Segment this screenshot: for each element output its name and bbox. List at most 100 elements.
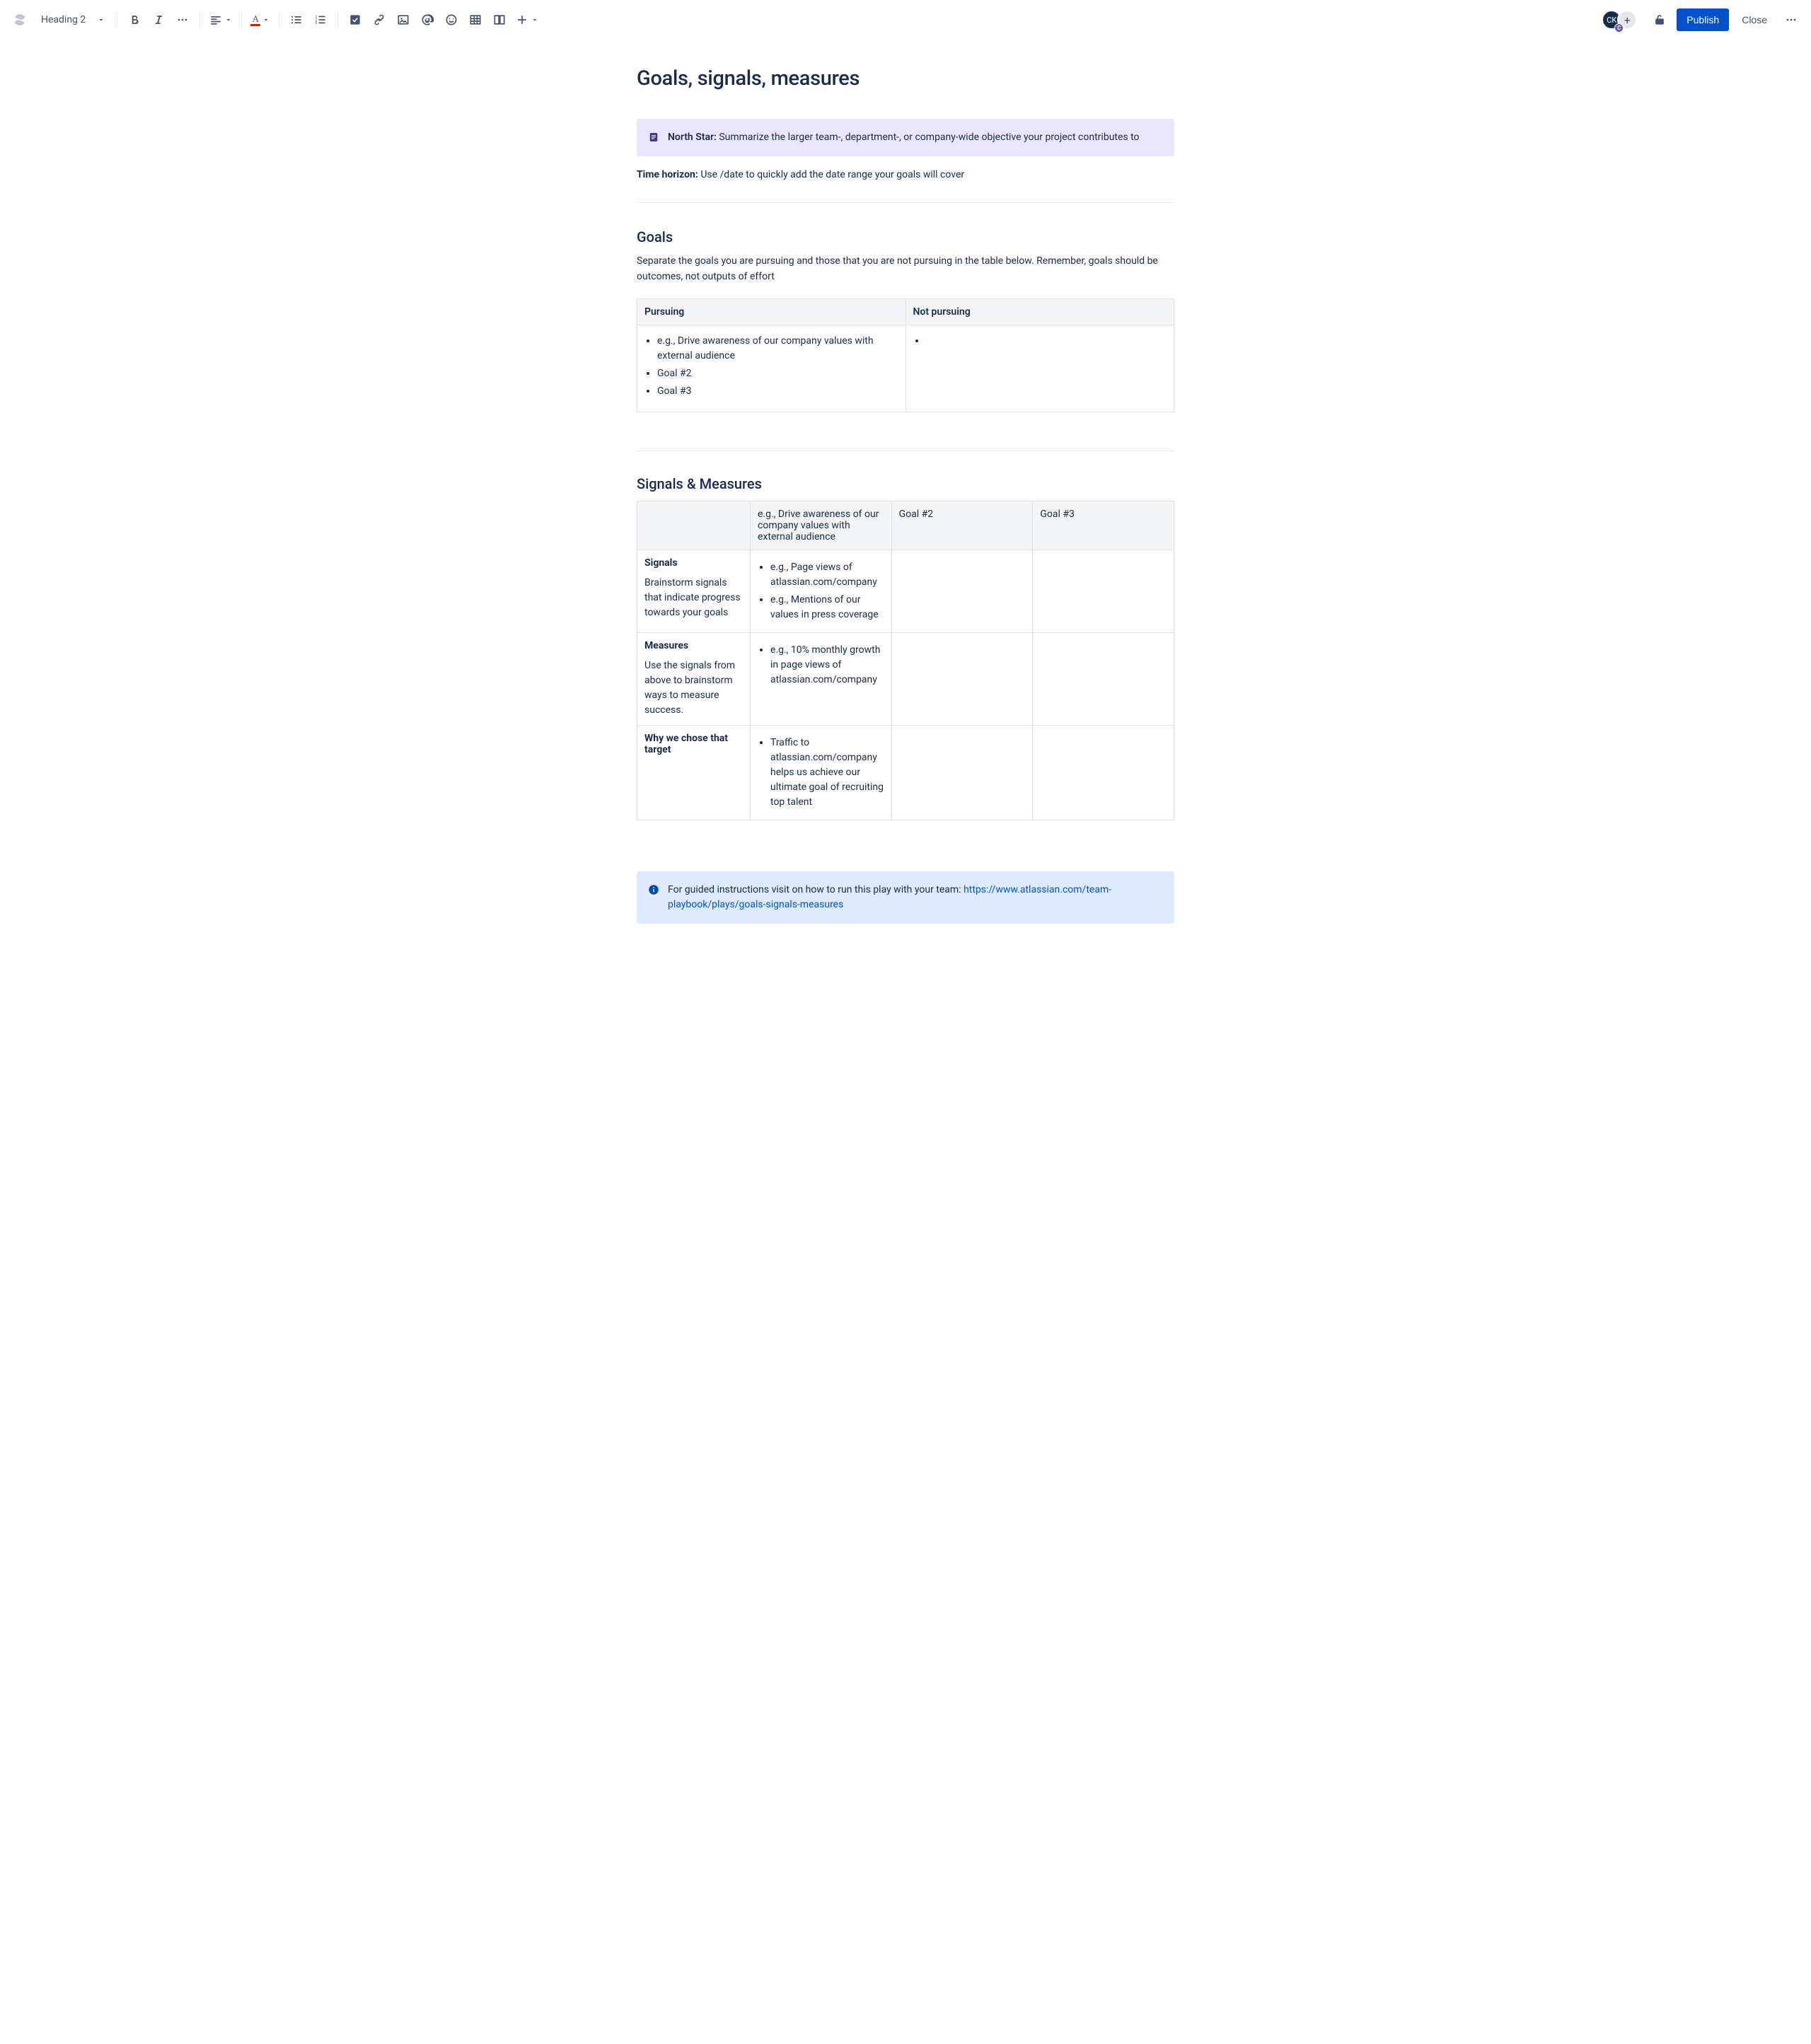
toolbar-separator bbox=[337, 11, 338, 28]
chevron-down-icon bbox=[97, 16, 105, 24]
at-icon bbox=[420, 13, 434, 27]
table-header[interactable]: e.g., Drive awareness of our company val… bbox=[751, 501, 892, 550]
unlock-icon bbox=[1653, 13, 1667, 27]
bullet-list-icon bbox=[289, 13, 303, 27]
action-item-button[interactable] bbox=[344, 8, 366, 31]
table-header[interactable]: Goal #3 bbox=[1033, 501, 1174, 550]
table-cell[interactable]: e.g., Page views of atlassian.com/compan… bbox=[751, 550, 892, 633]
text-color-icon: A bbox=[250, 14, 260, 26]
table-cell[interactable] bbox=[1033, 726, 1174, 820]
table-cell[interactable]: e.g., Drive awareness of our company val… bbox=[637, 325, 906, 412]
block-type-label: Heading 2 bbox=[41, 14, 86, 25]
time-horizon-label: Time horizon: bbox=[637, 169, 698, 180]
list-item[interactable]: e.g., Mentions of our values in press co… bbox=[770, 593, 884, 622]
action-item-icon bbox=[348, 13, 362, 27]
more-icon bbox=[1784, 13, 1798, 27]
table-cell[interactable]: e.g., 10% monthly growth in page views o… bbox=[751, 633, 892, 726]
numbered-list-icon: 123 bbox=[313, 13, 328, 27]
close-button[interactable]: Close bbox=[1735, 8, 1774, 31]
time-horizon-text: Use /date to quickly add the date range … bbox=[700, 169, 964, 180]
presence-badge: C bbox=[1614, 23, 1624, 33]
confluence-logo bbox=[11, 11, 28, 28]
plus-icon bbox=[515, 13, 529, 27]
signals-heading[interactable]: Signals & Measures bbox=[637, 475, 1174, 492]
svg-text:3: 3 bbox=[316, 21, 318, 25]
link-button[interactable] bbox=[368, 8, 390, 31]
numbered-list-button[interactable]: 123 bbox=[309, 8, 332, 31]
goals-table[interactable]: Pursuing Not pursuing e.g., Drive awaren… bbox=[637, 298, 1174, 412]
goals-heading[interactable]: Goals bbox=[637, 228, 1174, 245]
chevron-down-icon bbox=[531, 16, 539, 24]
table-cell[interactable]: Signals Brainstorm signals that indicate… bbox=[637, 550, 751, 633]
image-button[interactable] bbox=[392, 8, 415, 31]
table-icon bbox=[468, 13, 482, 27]
table-cell[interactable]: Traffic to atlassian.com/company helps u… bbox=[751, 726, 892, 820]
text-color-button[interactable]: A bbox=[248, 8, 273, 31]
table-cell[interactable] bbox=[891, 633, 1033, 726]
table-header[interactable]: Pursuing bbox=[637, 299, 906, 325]
bold-icon bbox=[127, 13, 141, 27]
time-horizon[interactable]: Time horizon: Use /date to quickly add t… bbox=[637, 168, 1174, 182]
toolbar-separator bbox=[241, 11, 242, 28]
editor-toolbar: Heading 2 A 123 bbox=[0, 0, 1811, 40]
table-button[interactable] bbox=[464, 8, 487, 31]
row-label: Why we chose that target bbox=[644, 733, 743, 755]
block-type-select[interactable]: Heading 2 bbox=[35, 8, 111, 31]
publish-button[interactable]: Publish bbox=[1677, 8, 1729, 31]
emoji-button[interactable] bbox=[440, 8, 463, 31]
list-item[interactable] bbox=[926, 334, 1167, 349]
bullet-list-button[interactable] bbox=[285, 8, 308, 31]
list-item[interactable]: Goal #2 bbox=[657, 366, 898, 381]
list-item[interactable]: e.g., Drive awareness of our company val… bbox=[657, 334, 898, 364]
note-icon bbox=[647, 130, 661, 144]
restrictions-button[interactable] bbox=[1648, 8, 1671, 31]
mention-button[interactable] bbox=[416, 8, 439, 31]
table-row: Why we chose that target Traffic to atla… bbox=[637, 726, 1174, 820]
insert-more-button[interactable] bbox=[512, 8, 542, 31]
editor-content[interactable]: Goals, signals, measures North Star: Sum… bbox=[637, 40, 1174, 975]
goals-description[interactable]: Separate the goals you are pursuing and … bbox=[637, 254, 1174, 284]
divider bbox=[637, 202, 1174, 203]
signals-measures-table[interactable]: e.g., Drive awareness of our company val… bbox=[637, 501, 1174, 820]
table-row: Measures Use the signals from above to b… bbox=[637, 633, 1174, 726]
table-header[interactable]: Goal #2 bbox=[891, 501, 1033, 550]
table-header[interactable] bbox=[637, 501, 751, 550]
note-panel[interactable]: North Star: Summarize the larger team-, … bbox=[637, 119, 1174, 156]
image-icon bbox=[396, 13, 410, 27]
toolbar-separator bbox=[199, 11, 200, 28]
list-item[interactable]: e.g., 10% monthly growth in page views o… bbox=[770, 643, 884, 687]
more-formatting-button[interactable] bbox=[171, 8, 194, 31]
table-header[interactable]: Not pursuing bbox=[906, 299, 1174, 325]
page-title[interactable]: Goals, signals, measures bbox=[637, 66, 1174, 91]
align-left-icon bbox=[209, 13, 223, 27]
table-cell[interactable] bbox=[1033, 550, 1174, 633]
chevron-down-icon bbox=[224, 16, 233, 24]
link-icon bbox=[372, 13, 386, 27]
bold-button[interactable] bbox=[123, 8, 146, 31]
more-icon bbox=[175, 13, 190, 27]
list-item[interactable]: e.g., Page views of atlassian.com/compan… bbox=[770, 560, 884, 590]
table-cell[interactable]: Why we chose that target bbox=[637, 726, 751, 820]
list-item[interactable]: Traffic to atlassian.com/company helps u… bbox=[770, 736, 884, 810]
row-sublabel: Use the signals from above to brainstorm… bbox=[644, 658, 743, 718]
table-cell[interactable] bbox=[891, 726, 1033, 820]
layouts-icon bbox=[492, 13, 507, 27]
table-row: Signals Brainstorm signals that indicate… bbox=[637, 550, 1174, 633]
layouts-button[interactable] bbox=[488, 8, 511, 31]
alignment-button[interactable] bbox=[206, 8, 236, 31]
info-panel[interactable]: For guided instructions visit on how to … bbox=[637, 871, 1174, 924]
north-star-text: Summarize the larger team-, department-,… bbox=[719, 132, 1139, 143]
table-cell[interactable] bbox=[1033, 633, 1174, 726]
italic-icon bbox=[151, 13, 166, 27]
italic-button[interactable] bbox=[147, 8, 170, 31]
table-cell[interactable] bbox=[906, 325, 1174, 412]
row-label: Signals bbox=[644, 557, 743, 569]
table-cell[interactable]: Measures Use the signals from above to b… bbox=[637, 633, 751, 726]
info-icon bbox=[647, 883, 661, 897]
table-row: e.g., Drive awareness of our company val… bbox=[637, 325, 1174, 412]
list-item[interactable]: Goal #3 bbox=[657, 384, 898, 399]
table-cell[interactable] bbox=[891, 550, 1033, 633]
north-star-label: North Star: bbox=[668, 132, 717, 143]
page-more-actions[interactable] bbox=[1780, 8, 1803, 31]
info-text: For guided instructions visit on how to … bbox=[668, 884, 964, 895]
